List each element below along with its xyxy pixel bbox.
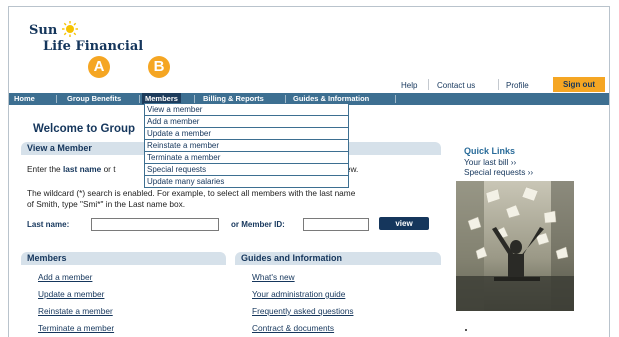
link-terminate-member[interactable]: Terminate a member — [38, 323, 114, 333]
utility-divider — [498, 79, 499, 90]
menu-item-reinstate-member[interactable]: Reinstate a member — [145, 140, 348, 152]
instr-post: or t — [101, 164, 116, 174]
menu-item-terminate-member[interactable]: Terminate a member — [145, 152, 348, 164]
members-dropdown-menu: View a member Add a member Update a memb… — [144, 103, 349, 188]
instr-pre: Enter the — [27, 164, 63, 174]
nav-divider — [56, 95, 57, 103]
guides-heading: Guides and Information — [235, 252, 441, 265]
sign-out-button[interactable]: Sign out — [553, 77, 605, 92]
page-title: Welcome to Group — [33, 123, 136, 135]
last-name-label: Last name: — [27, 220, 70, 229]
link-update-member[interactable]: Update a member — [38, 289, 104, 299]
view-member-instructions: Enter the last name or t — [27, 164, 116, 174]
instr-bold: last name — [62, 164, 102, 174]
nav-group-benefits[interactable]: Group Benefits — [67, 94, 121, 103]
menu-item-special-requests[interactable]: Special requests — [145, 164, 348, 176]
quick-links-heading: Quick Links — [464, 146, 516, 156]
callout-badge-a: A — [88, 56, 110, 78]
quick-link-special-requests[interactable]: Special requests ›› — [464, 167, 533, 177]
utility-divider — [428, 79, 429, 90]
logo-life-financial-word: Life Financial — [43, 39, 144, 54]
callout-badge-b: B — [148, 56, 170, 78]
link-add-member[interactable]: Add a member — [38, 272, 92, 282]
nav-home[interactable]: Home — [14, 94, 35, 103]
menu-item-view-member[interactable]: View a member — [145, 104, 348, 116]
nav-divider — [285, 95, 286, 103]
member-id-label: or Member ID: — [231, 220, 285, 229]
menu-item-add-member[interactable]: Add a member — [145, 116, 348, 128]
wildcard-help-line1: The wildcard (*) search is enabled. For … — [27, 188, 356, 198]
quick-link-last-bill[interactable]: Your last bill ›› — [464, 157, 516, 167]
member-id-input[interactable] — [303, 218, 369, 231]
help-link[interactable]: Help — [401, 81, 417, 90]
nav-divider — [139, 95, 140, 103]
menu-item-update-salaries[interactable]: Update many salaries — [145, 176, 348, 187]
menu-item-update-member[interactable]: Update a member — [145, 128, 348, 140]
celebration-photo — [456, 181, 574, 311]
link-whats-new[interactable]: What's new — [252, 272, 295, 282]
nav-divider — [194, 95, 195, 103]
nav-billing-reports[interactable]: Billing & Reports — [203, 94, 264, 103]
profile-link[interactable]: Profile — [506, 81, 529, 90]
members-panel: Members Add a member Update a member Rei… — [21, 252, 226, 337]
decorative-dot — [465, 329, 467, 331]
contact-us-link[interactable]: Contact us — [437, 81, 475, 90]
link-admin-guide[interactable]: Your administration guide — [252, 289, 345, 299]
guides-panel: Guides and Information What's new Your a… — [235, 252, 441, 337]
last-name-input[interactable] — [91, 218, 219, 231]
members-heading: Members — [21, 252, 226, 265]
wildcard-help-line2: of Smith, type "Smi*" in the Last name b… — [27, 199, 186, 209]
link-faq[interactable]: Frequently asked questions — [252, 306, 353, 316]
link-contract-documents[interactable]: Contract & documents — [252, 323, 334, 333]
nav-guides-information[interactable]: Guides & Information — [293, 94, 369, 103]
sun-life-logo[interactable]: Sun Life Financial — [29, 21, 143, 73]
view-button[interactable]: view — [379, 217, 429, 230]
link-reinstate-member[interactable]: Reinstate a member — [38, 306, 113, 316]
page-frame: Sun Life Financial Help Contact us Profi… — [8, 6, 610, 337]
logo-sun-word: Sun — [29, 23, 58, 38]
nav-divider — [395, 95, 396, 103]
sun-icon — [62, 21, 78, 37]
